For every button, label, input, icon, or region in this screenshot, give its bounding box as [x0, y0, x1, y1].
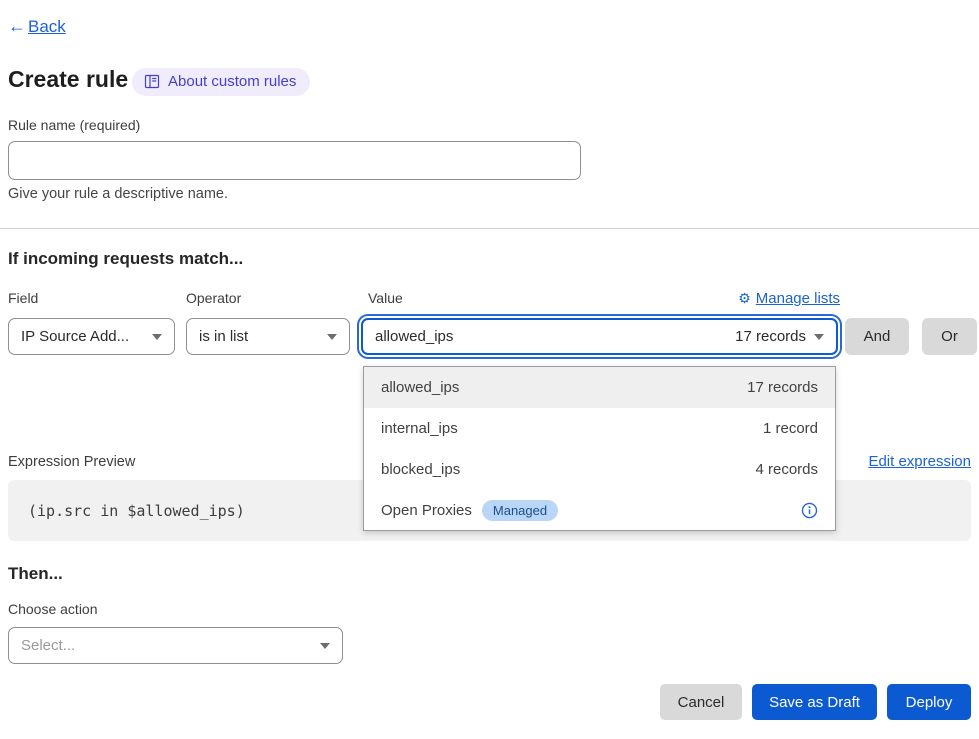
chevron-down-icon	[814, 334, 824, 340]
dropdown-item-open-proxies[interactable]: Open Proxies Managed	[364, 490, 835, 531]
list-record-count: 17 records	[747, 379, 818, 396]
choose-action-label: Choose action	[8, 601, 98, 617]
list-name: Open Proxies	[381, 502, 472, 519]
section-divider	[0, 228, 979, 229]
match-section-heading: If incoming requests match...	[8, 249, 243, 269]
operator-select-value: is in list	[199, 328, 248, 345]
back-arrow-icon: ←	[8, 16, 26, 37]
value-select[interactable]: allowed_ips 17 records	[361, 318, 838, 355]
dropdown-item-allowed-ips[interactable]: allowed_ips 17 records	[364, 367, 835, 408]
list-record-count: 4 records	[755, 461, 818, 478]
about-custom-rules-label: About custom rules	[168, 73, 296, 90]
back-link[interactable]: ←Back	[8, 16, 66, 37]
operator-column-label: Operator	[186, 290, 241, 306]
create-rule-page: ←Back Create rule About custom rules Rul…	[0, 0, 979, 739]
field-column-label: Field	[8, 290, 38, 306]
chevron-down-icon	[320, 643, 330, 649]
rule-name-input[interactable]	[8, 141, 581, 180]
back-label: Back	[28, 17, 66, 37]
managed-badge: Managed	[482, 500, 558, 521]
chevron-down-icon	[327, 334, 337, 340]
manage-lists-link[interactable]: ⚙ Manage lists	[738, 290, 840, 307]
rule-name-helper-text: Give your rule a descriptive name.	[8, 186, 228, 202]
field-select-value: IP Source Add...	[21, 328, 129, 345]
gear-icon: ⚙	[738, 290, 751, 307]
operator-select[interactable]: is in list	[186, 318, 350, 355]
field-select[interactable]: IP Source Add...	[8, 318, 175, 355]
list-record-count: 1 record	[763, 420, 818, 437]
info-icon[interactable]	[801, 502, 818, 519]
dropdown-item-blocked-ips[interactable]: blocked_ips 4 records	[364, 449, 835, 490]
value-select-record-count: 17 records	[735, 328, 806, 345]
rule-name-label: Rule name (required)	[8, 117, 140, 133]
value-column-label: Value	[368, 290, 403, 306]
cancel-button[interactable]: Cancel	[660, 684, 742, 720]
save-as-draft-button[interactable]: Save as Draft	[752, 684, 877, 720]
page-title: Create rule	[8, 66, 128, 93]
list-name: internal_ips	[381, 420, 458, 437]
list-name: allowed_ips	[381, 379, 459, 396]
dropdown-item-internal-ips[interactable]: internal_ips 1 record	[364, 408, 835, 449]
action-select-placeholder: Select...	[21, 637, 75, 654]
expression-preview-label: Expression Preview	[8, 454, 135, 470]
book-icon	[144, 74, 160, 89]
then-section-heading: Then...	[8, 564, 63, 584]
edit-expression-link[interactable]: Edit expression	[868, 453, 971, 470]
or-button[interactable]: Or	[922, 318, 977, 355]
expression-code: (ip.src in $allowed_ips)	[28, 502, 245, 520]
about-custom-rules-link[interactable]: About custom rules	[132, 68, 310, 96]
manage-lists-label: Manage lists	[756, 290, 840, 307]
and-button[interactable]: And	[845, 318, 909, 355]
value-dropdown-panel: allowed_ips 17 records internal_ips 1 re…	[363, 366, 836, 531]
list-name: blocked_ips	[381, 461, 460, 478]
deploy-button[interactable]: Deploy	[887, 684, 971, 720]
chevron-down-icon	[152, 334, 162, 340]
value-select-value: allowed_ips	[375, 328, 453, 345]
action-select[interactable]: Select...	[8, 627, 343, 664]
